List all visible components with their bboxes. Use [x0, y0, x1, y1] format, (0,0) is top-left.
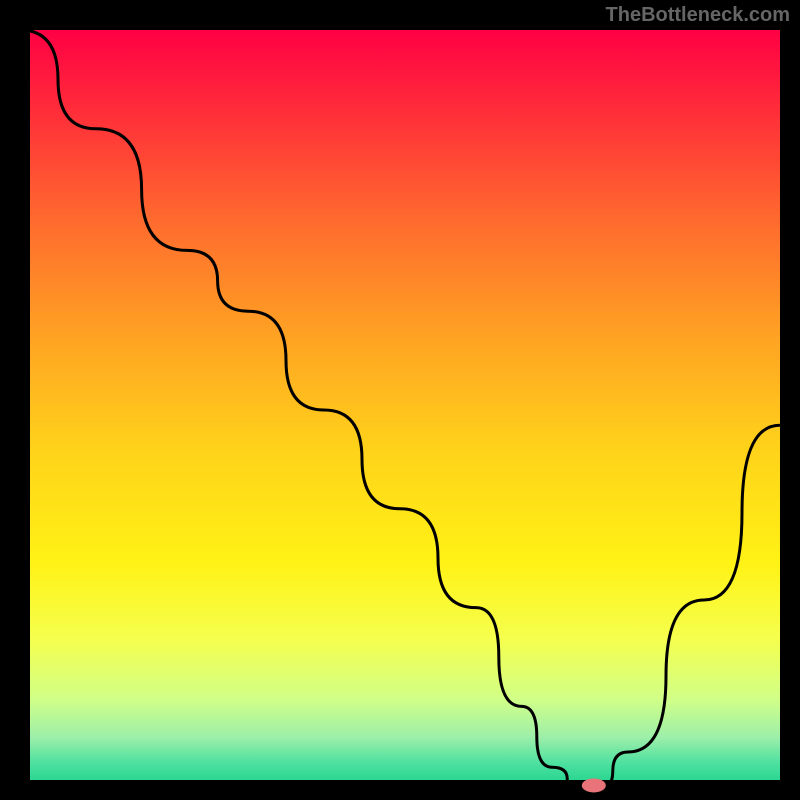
bottleneck-chart [0, 0, 800, 800]
optimum-marker [582, 778, 606, 792]
watermark-text: TheBottleneck.com [606, 4, 790, 27]
